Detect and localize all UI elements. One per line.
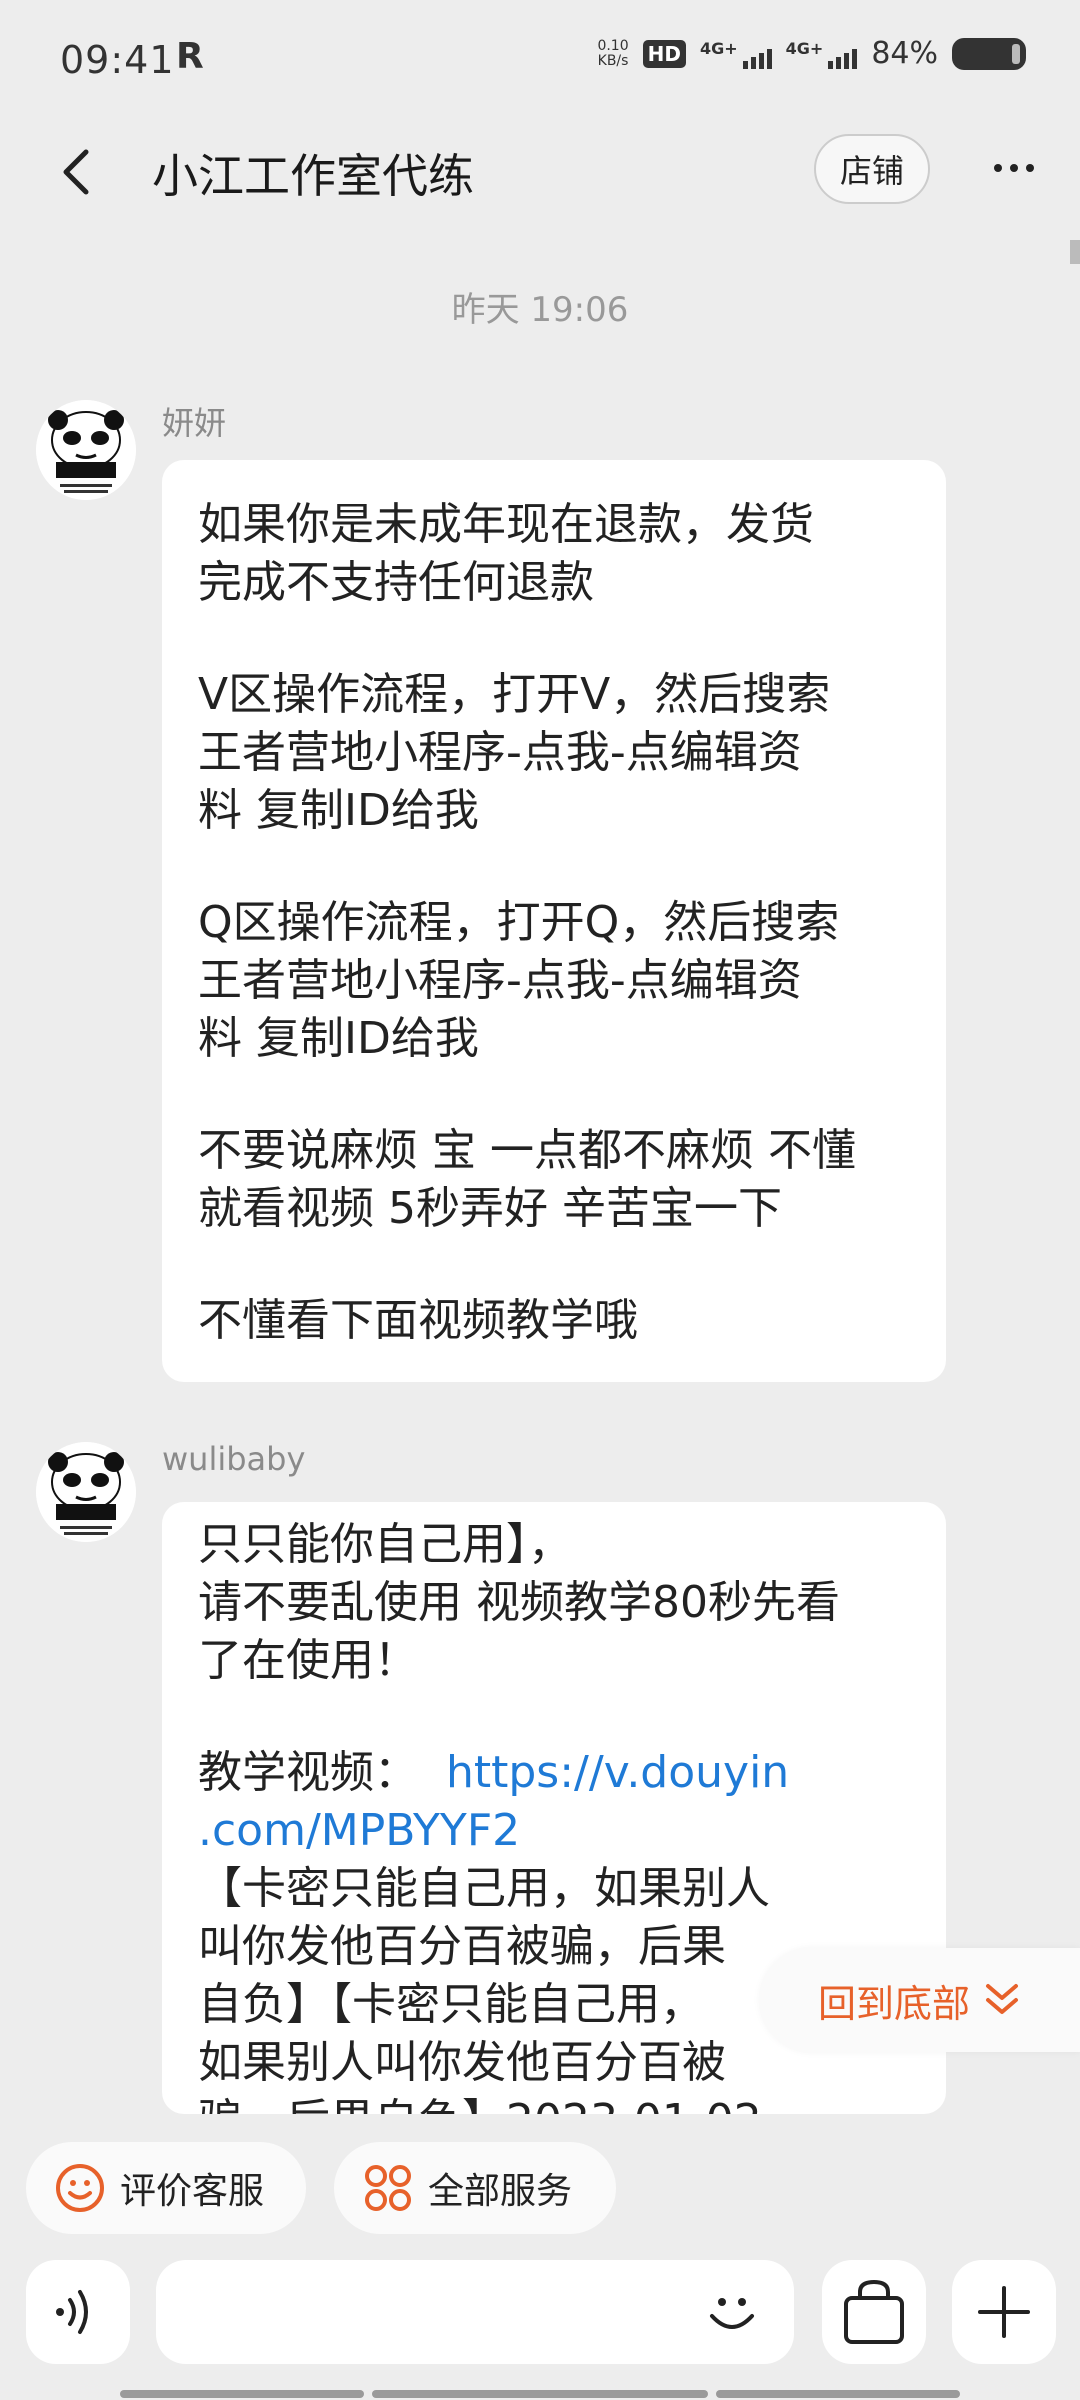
voice-icon (56, 2290, 88, 2334)
battery-percent: 84% (871, 36, 938, 71)
battery-icon (952, 37, 1026, 70)
app-notification-icon: R (176, 36, 204, 77)
smile-icon (56, 2164, 104, 2212)
shopping-bag-icon (844, 2279, 904, 2344)
chat-title: 小江工作室代练 (152, 149, 474, 203)
plus-icon (978, 2286, 1030, 2338)
shopping-bag-button[interactable] (822, 2260, 926, 2364)
input-bar (0, 2250, 1080, 2400)
all-services-label: 全部服务 (428, 2171, 573, 2212)
more-options-icon[interactable] (994, 148, 1042, 188)
message-paragraph: 请不要乱使用 视频教学80秒先看 了在使用！ (198, 1577, 840, 1686)
scroll-to-bottom-button[interactable]: 回到底部 (760, 1948, 1080, 2052)
status-time: 09:41 (60, 38, 175, 82)
panda-meme-avatar-icon (36, 400, 136, 500)
double-chevron-down-icon (986, 1984, 1018, 2014)
home-indicator (120, 2390, 364, 2398)
rate-service-button[interactable]: 评价客服 (26, 2142, 306, 2234)
message-text-cut: 只只能你自己用】， (198, 1519, 572, 1570)
status-bar: 09:41 R 0.10 KB/s HD 4G+ 4G+ 84% (0, 0, 1080, 120)
message-paragraph: 如果你是未成年现在退款，发货 完成不支持任何退款 (198, 499, 814, 608)
emoji-icon[interactable] (700, 2280, 764, 2344)
add-more-button[interactable] (952, 2260, 1056, 2364)
message-timestamp: 昨天 19:06 (451, 290, 629, 330)
scroll-to-bottom-label: 回到底部 (817, 1981, 970, 2026)
message-paragraph: 不要说麻烦 宝 一点都不麻烦 不懂 就看视频 5秒弄好 辛苦宝一下 (198, 1125, 856, 1234)
signal-sim1-icon: 4G+ (700, 39, 772, 69)
sender-name: 妍妍 (162, 404, 227, 442)
video-label: 教学视频： (198, 1747, 446, 1798)
message-paragraph: 教学视频： https://v.douyin .com/MPBYYF2 (198, 1744, 910, 1860)
avatar[interactable] (36, 1442, 136, 1542)
status-indicators: 0.10 KB/s HD 4G+ 4G+ 84% (597, 36, 1026, 71)
message-paragraph: Q区操作流程，打开Q，然后搜索 王者营地小程序-点我-点编辑资 料 复制ID给我 (198, 897, 840, 1064)
message-input[interactable] (156, 2260, 794, 2364)
chat-header: 小江工作室代练 店铺 (0, 120, 1080, 220)
back-arrow-icon[interactable] (52, 142, 112, 202)
avatar[interactable] (36, 400, 136, 500)
scrollbar[interactable] (1070, 240, 1080, 264)
home-indicator (716, 2390, 960, 2398)
voice-input-button[interactable] (26, 2260, 130, 2364)
hd-voice-icon: HD (642, 39, 686, 68)
message-paragraph: V区操作流程，打开V，然后搜索 王者营地小程序-点我-点编辑资 料 复制ID给我 (198, 669, 831, 836)
signal-sim2-icon: 4G+ (786, 39, 858, 69)
grid-services-icon (365, 2165, 411, 2211)
message-paragraph: 不懂看下面视频教学哦 (198, 1295, 638, 1346)
sender-name: wulibaby (162, 1440, 306, 1478)
net-speed: 0.10 KB/s (597, 37, 629, 69)
home-indicator (372, 2390, 708, 2398)
all-services-button[interactable]: 全部服务 (334, 2142, 616, 2234)
message-bubble[interactable]: 如果你是未成年现在退款，发货 完成不支持任何退款 V区操作流程，打开V，然后搜索… (162, 460, 946, 1382)
rate-service-label: 评价客服 (120, 2171, 265, 2212)
panda-meme-avatar-icon (36, 1442, 136, 1542)
shop-button[interactable]: 店铺 (814, 134, 930, 204)
